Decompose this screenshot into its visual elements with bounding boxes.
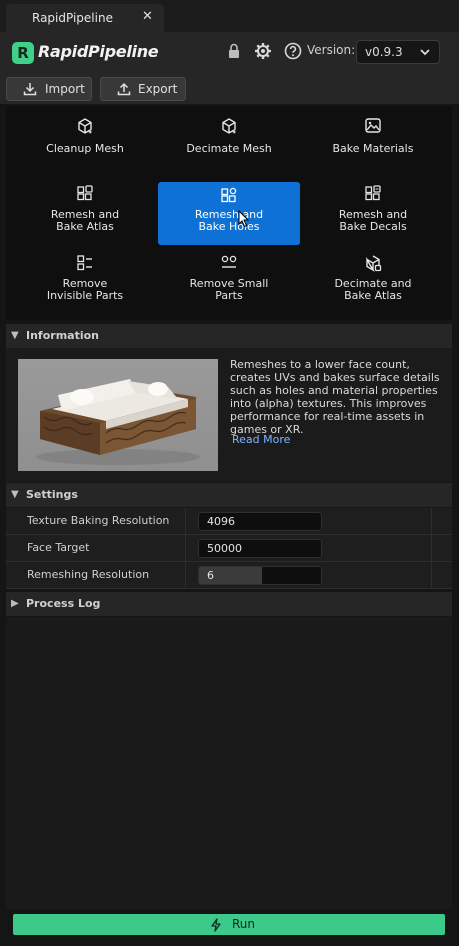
column-divider xyxy=(431,508,432,535)
process-log-header[interactable]: ▶ Process Log xyxy=(6,592,452,616)
tab-title: RapidPipeline xyxy=(32,11,113,25)
close-icon[interactable]: ✕ xyxy=(142,9,153,24)
lightning-icon xyxy=(211,918,221,932)
caret-right-icon: ▶ xyxy=(11,598,19,609)
remeshing-resolution-label: Remeshing Resolution xyxy=(27,568,150,581)
run-button[interactable]: Run xyxy=(13,914,445,935)
remove-parts-icon xyxy=(77,255,92,271)
grid-decals-icon xyxy=(365,185,381,201)
gear-icon[interactable] xyxy=(253,41,273,61)
tool-remesh-bake-atlas[interactable]: Remesh and Bake Atlas xyxy=(14,184,156,246)
tool-label: Decimate Mesh xyxy=(186,142,272,155)
setting-row: Texture Baking Resolution 4096 xyxy=(6,508,452,535)
lock-icon[interactable] xyxy=(224,41,244,61)
cube-spark-icon xyxy=(78,118,93,134)
tool-decimate-mesh[interactable]: Decimate Mesh xyxy=(158,116,300,166)
logo-text: RapidPipeline xyxy=(38,42,159,61)
image-spark-icon xyxy=(365,118,381,133)
information-title: Information xyxy=(26,329,99,342)
toolbar: Import Export xyxy=(0,74,459,104)
export-label: Export xyxy=(138,82,178,96)
tool-decimate-bake-atlas[interactable]: Decimate and Bake Atlas xyxy=(302,253,444,309)
version-label: Version: xyxy=(307,43,356,57)
tool-remove-invisible-parts[interactable]: Remove Invisible Parts xyxy=(14,253,156,309)
tool-label-line2: Bake Decals xyxy=(339,220,407,233)
tool-remove-small-parts[interactable]: Remove Small Parts xyxy=(158,253,300,309)
tool-label-line2: Bake Atlas xyxy=(56,220,114,233)
information-header[interactable]: ▼ Information xyxy=(6,324,452,348)
tool-label: Cleanup Mesh xyxy=(46,142,124,155)
sofa-preview-image xyxy=(18,359,218,471)
setting-row: Face Target 50000 xyxy=(6,535,452,562)
import-button[interactable]: Import xyxy=(6,77,92,101)
texture-baking-resolution-value: 4096 xyxy=(207,515,235,528)
export-icon xyxy=(117,82,131,96)
texture-baking-resolution-input[interactable]: 4096 xyxy=(198,512,322,531)
process-log-area xyxy=(6,617,452,909)
process-log-title: Process Log xyxy=(26,597,101,610)
logo-mark: R xyxy=(12,42,34,64)
column-divider xyxy=(185,562,186,589)
tool-bake-materials[interactable]: Bake Materials xyxy=(302,116,444,166)
tool-label-line2: Bake Atlas xyxy=(344,289,402,302)
cube-atlas-icon xyxy=(366,255,382,272)
export-button[interactable]: Export xyxy=(100,77,186,101)
column-divider xyxy=(185,508,186,535)
version-value: v0.9.3 xyxy=(365,45,403,59)
texture-baking-resolution-label: Texture Baking Resolution xyxy=(27,514,170,527)
settings-title: Settings xyxy=(26,488,78,501)
tool-label: Bake Materials xyxy=(332,142,414,155)
header: R RapidPipeline Version: v0.9.3 xyxy=(0,32,459,74)
import-icon xyxy=(23,83,37,96)
version-select[interactable]: v0.9.3 xyxy=(356,40,440,64)
tool-grid: Cleanup Mesh Decimate Mesh Bake Material… xyxy=(6,106,452,320)
read-more-link[interactable]: Read More xyxy=(232,433,290,446)
settings-header[interactable]: ▼ Settings xyxy=(6,483,452,507)
remeshing-resolution-slider[interactable]: 6 xyxy=(198,566,322,585)
run-label: Run xyxy=(232,917,256,931)
column-divider xyxy=(431,535,432,562)
mouse-cursor-icon xyxy=(238,210,250,228)
tool-label-line2: Invisible Parts xyxy=(46,289,124,302)
remeshing-resolution-value: 6 xyxy=(207,569,214,582)
help-icon[interactable] xyxy=(283,41,303,61)
tool-label-line2: Parts xyxy=(215,289,243,302)
column-divider xyxy=(431,562,432,589)
column-divider xyxy=(185,535,186,562)
chevron-down-icon xyxy=(419,45,431,62)
tab-bar: RapidPipeline ✕ xyxy=(0,0,459,32)
face-target-label: Face Target xyxy=(27,541,90,554)
remove-small-icon xyxy=(221,255,237,268)
grid-atlas-icon xyxy=(77,185,93,201)
grid-holes-icon xyxy=(221,187,237,203)
face-target-value: 50000 xyxy=(207,542,242,555)
information-description: Remeshes to a lower face count, creates … xyxy=(230,358,440,436)
tool-remesh-bake-decals[interactable]: Remesh and Bake Decals xyxy=(302,184,444,246)
import-label: Import xyxy=(45,82,85,96)
caret-down-icon: ▼ xyxy=(11,489,19,500)
tool-label-line2: Bake Holes xyxy=(198,220,260,233)
cube-spark-icon xyxy=(222,118,237,134)
settings-panel: Texture Baking Resolution 4096 Face Targ… xyxy=(6,508,452,589)
tool-cleanup-mesh[interactable]: Cleanup Mesh xyxy=(14,116,156,166)
face-target-input[interactable]: 50000 xyxy=(198,539,322,558)
caret-down-icon: ▼ xyxy=(11,330,19,341)
setting-row: Remeshing Resolution 6 xyxy=(6,562,452,589)
tab-rapidpipeline[interactable]: RapidPipeline ✕ xyxy=(6,4,164,32)
information-panel: Remeshes to a lower face count, creates … xyxy=(6,348,452,482)
tool-remesh-bake-holes[interactable]: Remesh and Bake Holes xyxy=(158,182,300,245)
